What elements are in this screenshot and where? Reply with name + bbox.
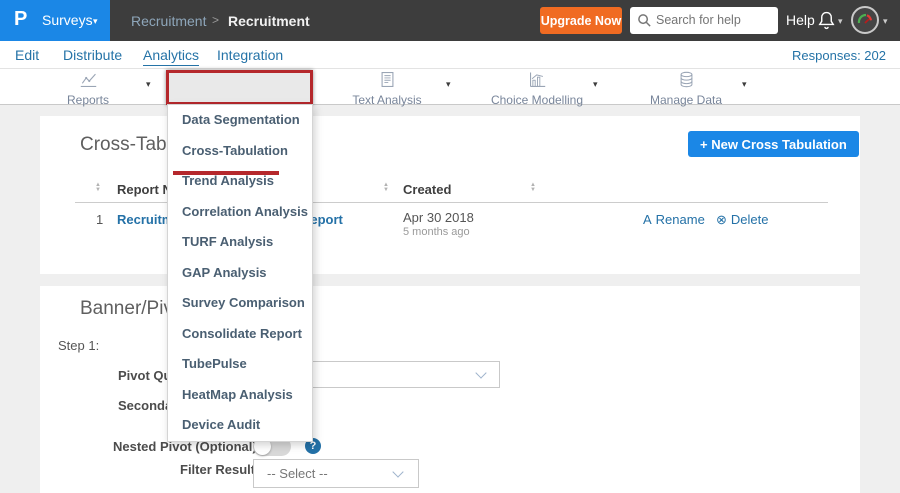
help-link[interactable]: Help — [786, 12, 815, 28]
breadcrumb-separator: > — [212, 13, 220, 27]
created-date: Apr 30 2018 — [403, 210, 474, 225]
sort-icon[interactable]: ▲ ▼ — [95, 182, 103, 193]
tab-distribute[interactable]: Distribute — [63, 47, 122, 63]
menu-item-consolidate-report[interactable]: Consolidate Report — [168, 319, 312, 350]
menu-item-survey-comparison[interactable]: Survey Comparison — [168, 288, 312, 319]
created-ago: 5 months ago — [403, 226, 470, 238]
avatar[interactable] — [851, 6, 879, 34]
filter-result-label: Filter Result — [180, 462, 256, 477]
breadcrumb-current: Recruitment — [228, 13, 310, 29]
tab-edit[interactable]: Edit — [15, 47, 39, 63]
choice-modelling-caret-icon[interactable]: ▾ — [593, 79, 598, 90]
top-bar: P Surveys ▾ Recruitment > Recruitment Up… — [0, 0, 900, 41]
sort-icon[interactable]: ▲ ▼ — [383, 182, 391, 193]
surveys-caret-icon: ▾ — [93, 16, 98, 26]
help-search — [630, 7, 778, 34]
delete-label: Delete — [730, 212, 769, 227]
surveys-label: Surveys — [42, 12, 93, 28]
manage-data-caret-icon[interactable]: ▾ — [742, 79, 747, 90]
text-analysis-caret-icon[interactable]: ▾ — [446, 79, 451, 90]
menu-item-heatmap-analysis[interactable]: HeatMap Analysis — [168, 380, 312, 411]
database-icon — [680, 71, 692, 88]
delete-icon: ⊗ — [716, 212, 727, 227]
reports-chart-icon — [80, 73, 96, 87]
plus-icon: + — [700, 136, 708, 152]
upgrade-now-button[interactable]: Upgrade Now — [540, 7, 622, 34]
rename-label: Rename — [655, 212, 705, 227]
survey-nav: Edit Distribute Analytics Integration Re… — [0, 41, 900, 69]
delete-button[interactable]: ⊗ Delete — [716, 212, 768, 228]
bell-caret-icon[interactable]: ▾ — [838, 16, 843, 27]
new-cross-tabulation-label: New Cross Tabulation — [711, 136, 847, 152]
text-analysis-icon — [381, 72, 393, 87]
sort-icon[interactable]: ▲ ▼ — [530, 182, 538, 193]
active-item-underline — [173, 171, 279, 175]
menu-item-cross-tabulation[interactable]: Cross-Tabulation — [168, 136, 312, 167]
breadcrumb-parent[interactable]: Recruitment — [131, 13, 206, 29]
filter-result-select[interactable]: -- Select -- — [253, 459, 419, 488]
banner-pivot-card: Banner/Pivot Table Step 1: Pivot Questio… — [40, 286, 860, 493]
menu-item-correlation-analysis[interactable]: Correlation Analysis — [168, 197, 312, 228]
avatar-caret-icon[interactable]: ▾ — [883, 16, 888, 27]
choice-modelling-icon — [529, 72, 545, 87]
menu-item-turf-analysis[interactable]: TURF Analysis — [168, 227, 312, 258]
toolbar-reports[interactable]: Reports — [28, 71, 148, 107]
column-created[interactable]: Created — [403, 182, 451, 197]
cross-tabulation-card: Cross-Tabulation + New Cross Tabulation … — [40, 116, 860, 274]
analytics-toolbar: Reports ▾ Analysis ▾ Text Analysis ▾ — [0, 69, 900, 107]
gauge-icon — [857, 13, 873, 24]
analysis-dropdown-menu: Data Segmentation Cross-Tabulation Trend… — [167, 104, 313, 442]
search-input[interactable] — [656, 8, 774, 32]
filter-result-value: -- Select -- — [267, 466, 328, 481]
chevron-down-icon — [392, 466, 404, 478]
toolbar-label-choice-modelling: Choice Modelling — [490, 93, 584, 107]
menu-item-gap-analysis[interactable]: GAP Analysis — [168, 258, 312, 289]
toolbar-label-reports: Reports — [66, 93, 110, 107]
menu-item-device-audit[interactable]: Device Audit — [168, 410, 312, 441]
step-label: Step 1: — [58, 338, 100, 353]
row-number: 1 — [96, 212, 104, 227]
new-cross-tabulation-button[interactable]: + New Cross Tabulation — [688, 131, 859, 157]
toolbar-manage-data[interactable]: Manage Data — [626, 71, 746, 107]
responses-count[interactable]: Responses: 202 — [792, 48, 886, 63]
tab-analytics[interactable]: Analytics — [143, 47, 200, 66]
search-icon — [638, 14, 651, 27]
tab-integration[interactable]: Integration — [217, 47, 283, 63]
toolbar-text-analysis[interactable]: Text Analysis — [327, 71, 447, 107]
reports-caret-icon[interactable]: ▾ — [146, 79, 151, 90]
toolbar-label-text-analysis: Text Analysis — [352, 93, 422, 107]
rename-icon: A — [643, 212, 652, 227]
menu-item-tubepulse[interactable]: TubePulse — [168, 349, 312, 380]
surveys-menu[interactable]: P Surveys ▾ — [0, 0, 110, 41]
toolbar-label-manage-data: Manage Data — [649, 93, 723, 107]
app-window: P Surveys ▾ Recruitment > Recruitment Up… — [0, 0, 900, 493]
menu-item-data-segmentation[interactable]: Data Segmentation — [168, 105, 312, 136]
chevron-down-icon — [475, 367, 487, 379]
rename-button[interactable]: A Rename — [643, 212, 705, 227]
notifications-bell-icon[interactable] — [817, 10, 836, 31]
questionpro-logo: P — [14, 8, 28, 30]
toolbar-choice-modelling[interactable]: Choice Modelling — [477, 71, 597, 107]
analysis-active-highlight — [166, 70, 313, 105]
